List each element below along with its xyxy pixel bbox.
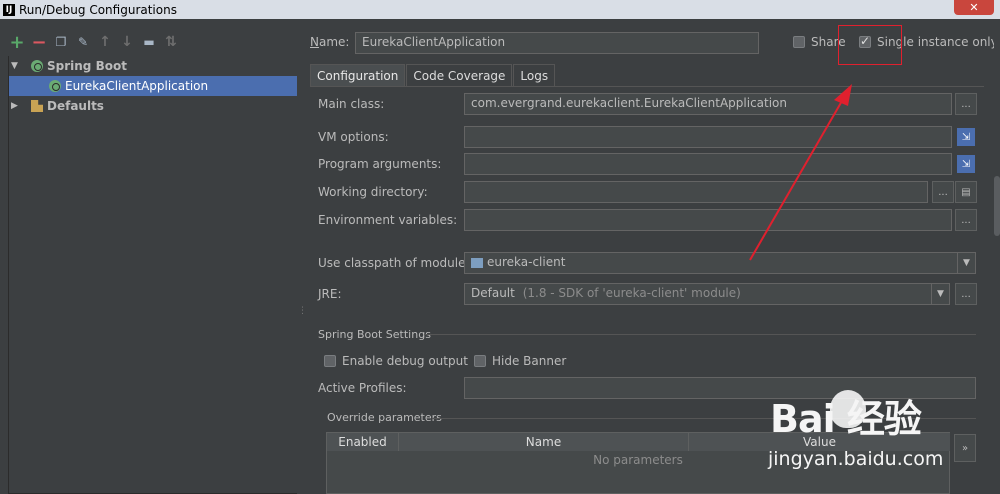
program-arguments-field[interactable] xyxy=(464,153,952,175)
baidu-jingyan-watermark: Bai 经验 jingyan.baidu.com xyxy=(760,388,960,478)
spring-boot-app-icon xyxy=(49,80,61,92)
hide-banner-checkbox[interactable] xyxy=(474,355,486,367)
active-profiles-label: Active Profiles: xyxy=(318,381,407,395)
tree-item-label: EurekaClientApplication xyxy=(65,79,209,93)
hide-banner-label: Hide Banner xyxy=(492,354,567,368)
window-title: Run/Debug Configurations xyxy=(19,2,177,17)
jre-detail: (1.8 - SDK of 'eureka-client' module) xyxy=(522,286,741,300)
scrollbar-thumb[interactable] xyxy=(994,176,1000,236)
jre-label: JRE: xyxy=(318,287,342,301)
vertical-scrollbar[interactable] xyxy=(994,26,1000,494)
share-checkbox[interactable] xyxy=(793,36,805,48)
expand-vm-options-icon[interactable]: ⇲ xyxy=(957,128,975,146)
classpath-module-select[interactable]: eureka-client xyxy=(464,252,976,274)
watermark-url: jingyan.baidu.com xyxy=(768,448,944,470)
chevron-down-icon[interactable]: ▼ xyxy=(931,283,949,305)
main-class-label: Main class: xyxy=(318,97,385,111)
spring-boot-settings-heading: Spring Boot Settings xyxy=(318,328,431,341)
annotation-highlight-box xyxy=(838,25,902,65)
add-icon[interactable]: + xyxy=(9,32,24,53)
defaults-icon xyxy=(31,100,43,112)
override-parameters-heading: Override parameters xyxy=(327,411,442,424)
move-down-icon[interactable]: ↓ xyxy=(120,34,134,50)
remove-icon[interactable]: − xyxy=(31,32,46,53)
panel-splitter-handle[interactable]: ⋮ xyxy=(298,306,307,318)
jre-select[interactable]: Default (1.8 - SDK of 'eureka-client' mo… xyxy=(464,283,950,305)
config-tabs: Configuration Code Coverage Logs xyxy=(310,64,556,86)
enable-debug-output-label: Enable debug output xyxy=(342,354,468,368)
sort-icon[interactable]: ⇅ xyxy=(164,34,178,50)
copy-icon[interactable]: ❐ xyxy=(54,35,68,49)
browse-jre-button[interactable]: ... xyxy=(955,283,977,305)
column-header-name[interactable]: Name xyxy=(399,433,689,451)
classpath-module-label: Use classpath of module: xyxy=(318,256,470,270)
name-label: Name: xyxy=(310,35,350,49)
tab-code-coverage[interactable]: Code Coverage xyxy=(406,64,513,86)
name-field[interactable]: EurekaClientApplication xyxy=(355,32,759,54)
browse-main-class-button[interactable]: ... xyxy=(955,93,977,115)
move-up-icon[interactable]: ↑ xyxy=(98,34,112,50)
chevron-down-icon[interactable]: ▼ xyxy=(11,61,23,71)
section-divider xyxy=(424,334,976,335)
environment-variables-field[interactable] xyxy=(464,209,952,231)
annotation-arrow xyxy=(749,84,852,261)
folder-icon[interactable]: ▬ xyxy=(142,35,156,49)
jre-value: Default xyxy=(471,286,515,300)
tree-item-label: Defaults xyxy=(47,99,104,113)
tree-item-defaults[interactable]: ▶ Defaults xyxy=(9,96,297,116)
vm-options-label: VM options: xyxy=(318,130,389,144)
enable-debug-output-checkbox[interactable] xyxy=(324,355,336,367)
module-folder-icon xyxy=(471,258,483,268)
tree-item-eureka-client-application[interactable]: EurekaClientApplication xyxy=(9,76,297,96)
paw-icon xyxy=(830,390,866,428)
chevron-down-icon[interactable]: ▼ xyxy=(957,252,975,274)
working-directory-label: Working directory: xyxy=(318,185,428,199)
intellij-app-icon: IJ xyxy=(3,3,15,16)
spring-boot-icon xyxy=(31,60,43,72)
edit-environment-variables-button[interactable]: ... xyxy=(955,209,977,231)
configurations-tree: ▼ Spring Boot EurekaClientApplication ▶ … xyxy=(8,56,297,494)
tree-item-spring-boot[interactable]: ▼ Spring Boot xyxy=(9,56,297,76)
program-arguments-label: Program arguments: xyxy=(318,157,442,171)
environment-variables-label: Environment variables: xyxy=(318,213,458,227)
vm-options-field[interactable] xyxy=(464,126,952,148)
title-bar: IJ Run/Debug Configurations ✕ xyxy=(0,0,1000,19)
macros-icon[interactable]: ▤ xyxy=(955,181,977,203)
configurations-toolbar: + − ❐ ✎ ↑ ↓ ▬ ⇅ xyxy=(9,32,178,53)
column-header-enabled[interactable]: Enabled xyxy=(327,433,399,451)
close-window-button[interactable]: ✕ xyxy=(954,0,994,15)
wrench-icon[interactable]: ✎ xyxy=(76,35,90,49)
chevron-right-icon[interactable]: ▶ xyxy=(11,101,23,111)
expand-program-arguments-icon[interactable]: ⇲ xyxy=(957,155,975,173)
tree-item-label: Spring Boot xyxy=(47,59,127,73)
tab-logs[interactable]: Logs xyxy=(513,64,556,86)
browse-working-directory-button[interactable]: ... xyxy=(932,181,954,203)
configurations-panel: + − ❐ ✎ ↑ ↓ ▬ ⇅ ▼ Spring Boot EurekaClie… xyxy=(0,26,298,494)
classpath-module-value: eureka-client xyxy=(487,255,566,269)
tab-configuration[interactable]: Configuration xyxy=(310,64,406,86)
main-class-field[interactable]: com.evergrand.eurekaclient.EurekaClientA… xyxy=(464,93,952,115)
